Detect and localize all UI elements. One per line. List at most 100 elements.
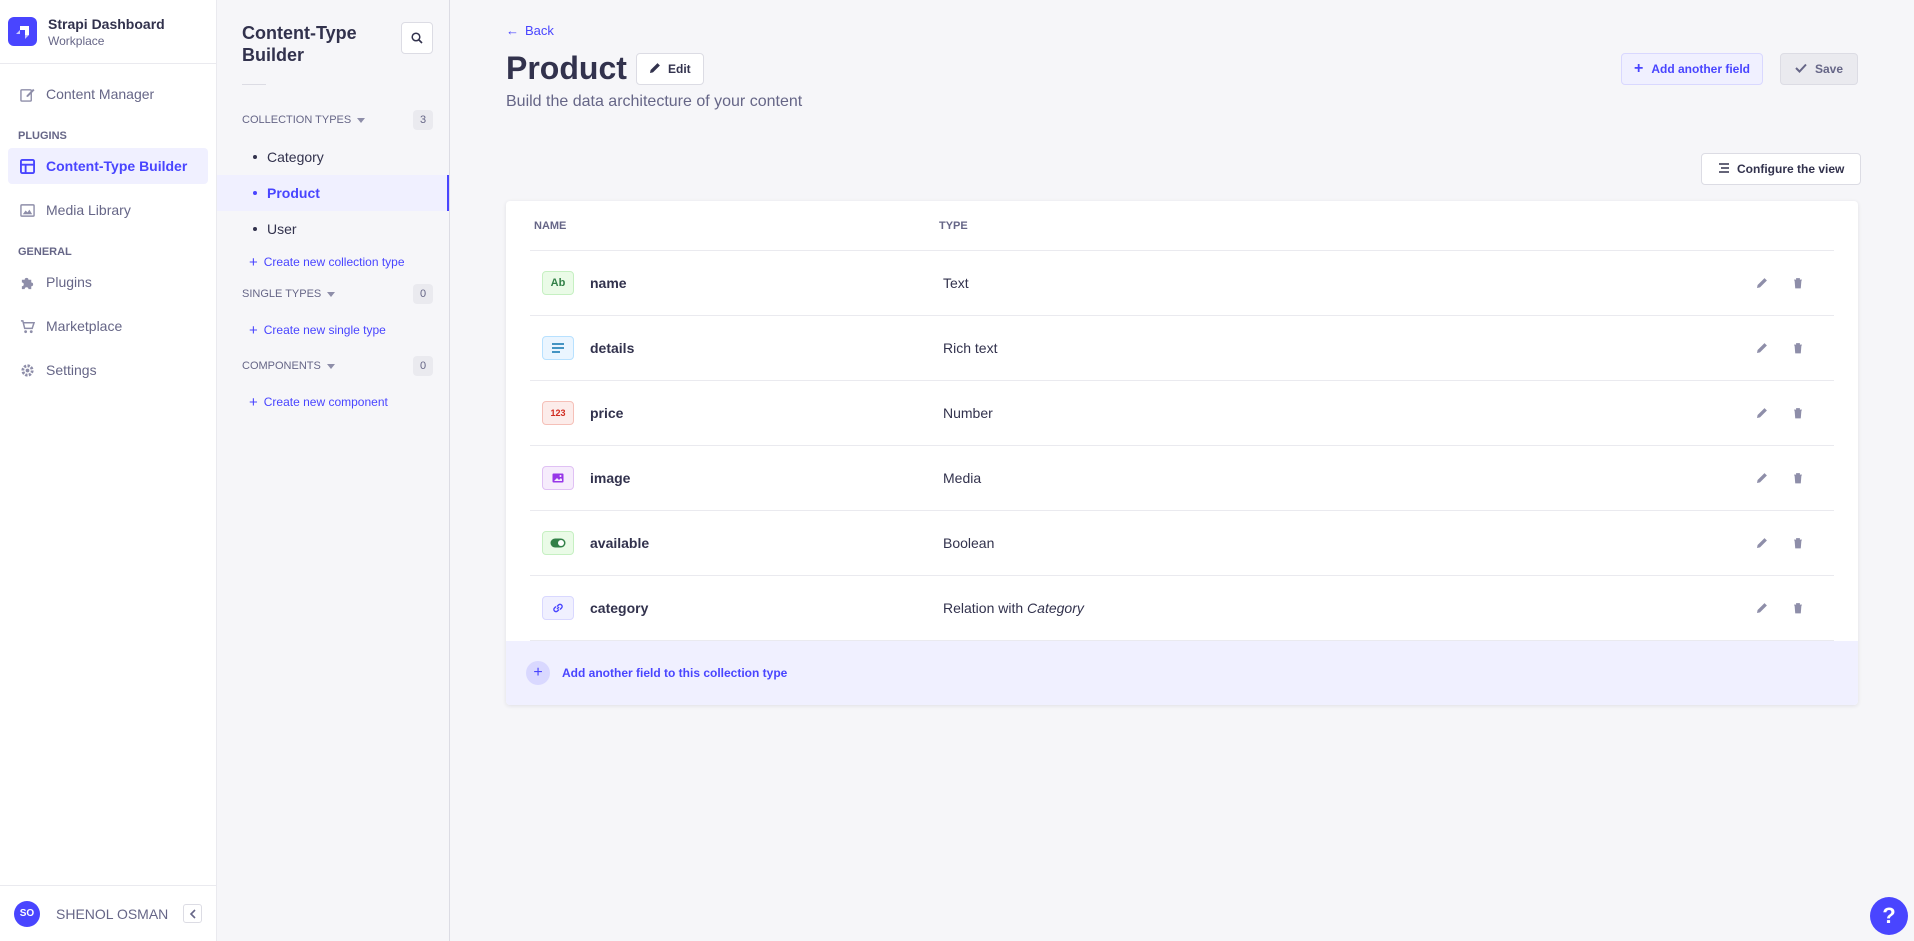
configure-view-button[interactable]: Configure the view: [1701, 153, 1862, 185]
sub-item-label: Category: [267, 149, 324, 165]
collection-types-section[interactable]: COLLECTION TYPES 3: [217, 109, 449, 131]
components-section[interactable]: COMPONENTS 0: [217, 355, 449, 377]
nav-content-type-builder[interactable]: Content-Type Builder: [8, 148, 208, 184]
pen-note-icon: [18, 87, 36, 102]
table-row[interactable]: Ab name Text: [530, 251, 1834, 316]
nav-label: Marketplace: [46, 318, 123, 334]
check-icon: [1795, 62, 1807, 76]
edit-field-pencil-icon[interactable]: [1752, 273, 1772, 293]
table-row[interactable]: available Boolean: [530, 511, 1834, 576]
plus-circle-icon: +: [526, 661, 550, 685]
delete-field-trash-icon[interactable]: [1788, 468, 1808, 488]
table-row[interactable]: details Rich text: [530, 316, 1834, 381]
arrow-left-icon: ←: [506, 23, 519, 38]
add-another-field-button[interactable]: + Add another field: [1621, 53, 1764, 85]
sub-item-user[interactable]: User: [217, 211, 449, 247]
divider: [242, 84, 266, 85]
caret-down-icon: [326, 363, 335, 369]
relation-target: Category: [1027, 600, 1084, 616]
field-type: Text: [943, 275, 969, 291]
subnav-title: Content-Type Builder: [242, 23, 357, 65]
section-label: SINGLE TYPES: [242, 288, 322, 300]
field-type: Rich text: [943, 340, 998, 356]
main-content: ← Back Product Edit Build the data archi…: [450, 0, 1914, 941]
chevron-left-icon: [189, 908, 196, 919]
edit-label: Edit: [668, 62, 691, 76]
create-collection-type-link[interactable]: + Create new collection type: [217, 251, 449, 273]
nav-settings[interactable]: Settings: [8, 352, 208, 388]
section-label: COMPONENTS: [242, 360, 321, 372]
brand[interactable]: Strapi Dashboard Workplace: [0, 0, 216, 64]
delete-field-trash-icon[interactable]: [1788, 273, 1808, 293]
col-header-name: NAME: [534, 219, 567, 232]
media-icon: [542, 466, 574, 490]
table-row[interactable]: category Relation with Category: [530, 576, 1834, 641]
strapi-logo-icon: [8, 17, 37, 46]
user-name[interactable]: SHENOL OSMAN: [56, 906, 183, 922]
create-single-type-link[interactable]: + Create new single type: [217, 319, 449, 341]
add-field-to-collection-button[interactable]: + Add another field to this collection t…: [506, 641, 1858, 705]
button-label: Save: [1815, 62, 1844, 76]
edit-field-pencil-icon[interactable]: [1752, 403, 1772, 423]
sub-item-category[interactable]: Category: [217, 139, 449, 175]
help-button[interactable]: ?: [1870, 897, 1908, 935]
field-name: available: [590, 535, 650, 551]
field-name: image: [590, 470, 631, 486]
link-label: Create new component: [263, 395, 388, 409]
nav-section-plugins: PLUGINS: [18, 130, 67, 142]
delete-field-trash-icon[interactable]: [1788, 403, 1808, 423]
delete-field-trash-icon[interactable]: [1788, 533, 1808, 553]
table-row[interactable]: 123 price Number: [530, 381, 1834, 446]
col-header-type: TYPE: [939, 219, 968, 232]
cart-icon: [18, 319, 36, 334]
count-badge: 0: [413, 284, 433, 304]
edit-field-pencil-icon[interactable]: [1752, 533, 1772, 553]
nav-label: Content Manager: [46, 86, 155, 102]
field-name: price: [590, 405, 624, 421]
gear-icon: [18, 363, 36, 378]
page-title: Product: [506, 50, 627, 86]
field-name: category: [590, 600, 649, 616]
search-button[interactable]: [401, 22, 433, 54]
nav-marketplace[interactable]: Marketplace: [8, 308, 208, 344]
list-settings-icon: [1718, 162, 1730, 177]
plus-icon: +: [249, 393, 258, 411]
table-header: NAME TYPE: [530, 201, 1834, 251]
sub-item-product[interactable]: Product: [217, 175, 449, 211]
caret-down-icon: [327, 291, 336, 297]
relation-prefix: Relation with: [943, 600, 1024, 616]
plus-icon: +: [249, 321, 258, 339]
plus-icon: +: [249, 253, 258, 271]
field-type: Boolean: [943, 535, 995, 551]
nav-content-manager[interactable]: Content Manager: [8, 76, 208, 112]
back-link[interactable]: ← Back: [506, 23, 554, 38]
avatar[interactable]: SO: [14, 900, 40, 927]
delete-field-trash-icon[interactable]: [1788, 338, 1808, 358]
nav-label: Content-Type Builder: [46, 158, 188, 174]
text-icon: Ab: [542, 271, 574, 295]
create-component-link[interactable]: + Create new component: [217, 391, 449, 413]
field-type: Relation with Category: [943, 600, 1752, 616]
puzzle-icon: [18, 275, 36, 290]
field-type: Number: [943, 405, 993, 421]
nav-media-library[interactable]: Media Library: [8, 192, 208, 228]
edit-button[interactable]: Edit: [636, 53, 704, 85]
table-row[interactable]: image Media: [530, 446, 1834, 511]
edit-field-pencil-icon[interactable]: [1752, 598, 1772, 618]
nav-section-general: GENERAL: [18, 246, 72, 258]
section-label: COLLECTION TYPES: [242, 114, 352, 126]
delete-field-trash-icon[interactable]: [1788, 598, 1808, 618]
collapse-nav-button[interactable]: [183, 904, 202, 923]
button-label: Configure the view: [1737, 162, 1845, 176]
nav-label: Settings: [46, 362, 97, 378]
richtext-icon: [542, 336, 574, 360]
field-type: Media: [943, 470, 982, 486]
edit-field-pencil-icon[interactable]: [1752, 338, 1772, 358]
nav-plugins[interactable]: Plugins: [8, 264, 208, 300]
plus-icon: +: [1634, 60, 1644, 77]
fields-table: NAME TYPE Ab name Text details Rich text…: [506, 201, 1858, 705]
save-button[interactable]: Save: [1780, 53, 1859, 85]
search-icon: [411, 32, 423, 44]
single-types-section[interactable]: SINGLE TYPES 0: [217, 283, 449, 305]
edit-field-pencil-icon[interactable]: [1752, 468, 1772, 488]
